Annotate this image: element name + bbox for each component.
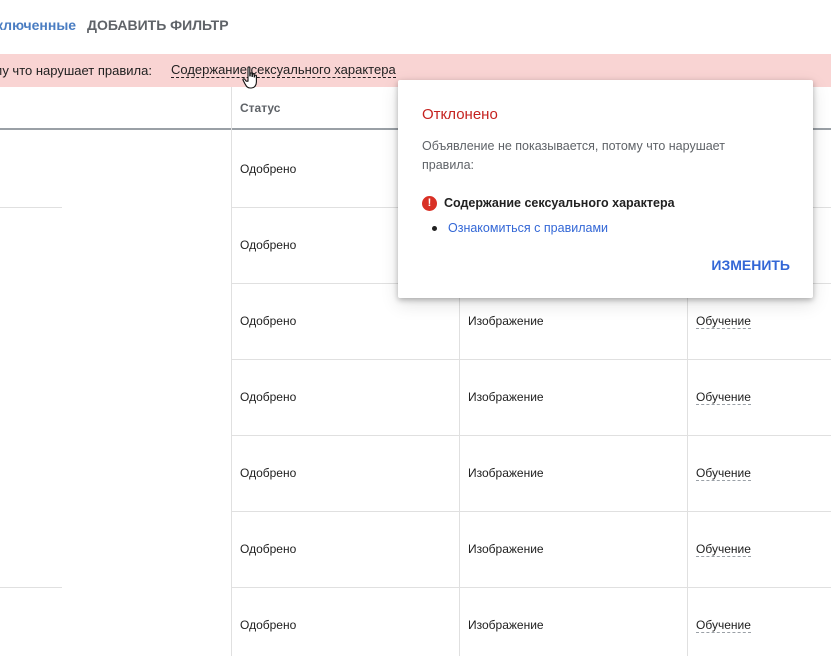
status-cell: Одобрено [240, 314, 297, 328]
table-row[interactable]: Одобрено Изображение Обучение [231, 512, 831, 588]
hand-pointer-icon [242, 66, 257, 89]
banner-text: ому что нарушает правила: [0, 63, 152, 78]
status-cell: Одобрено [240, 238, 297, 252]
goal-cell[interactable]: Обучение [696, 390, 751, 405]
edit-button[interactable]: ИЗМЕНИТЬ [711, 257, 790, 273]
goal-cell[interactable]: Обучение [696, 618, 751, 633]
bullet-icon [432, 225, 437, 231]
violation-row: ! Содержание сексуального характера [422, 194, 675, 212]
status-cell: Одобрено [240, 162, 297, 176]
column-header-status[interactable]: Статус [240, 101, 280, 115]
filter-bar: ключенные ДОБАВИТЬ ФИЛЬТР [0, 0, 831, 54]
ad-type-cell: Изображение [468, 542, 544, 556]
row-divider [0, 207, 62, 208]
status-cell: Одобрено [240, 618, 297, 632]
table-row[interactable]: Одобрено Изображение Обучение [231, 360, 831, 436]
popup-title: Отклонено [422, 106, 498, 123]
active-filter-chip[interactable]: ключенные [0, 17, 76, 33]
ad-type-cell: Изображение [468, 390, 544, 404]
ad-type-cell: Изображение [468, 314, 544, 328]
goal-cell[interactable]: Обучение [696, 466, 751, 481]
view-policy-link[interactable]: Ознакомиться с правилами [448, 221, 608, 235]
violation-label: Содержание сексуального характера [444, 196, 675, 210]
status-cell: Одобрено [240, 542, 297, 556]
error-icon: ! [422, 195, 437, 211]
ad-type-cell: Изображение [468, 618, 544, 632]
ads-page: ключенные ДОБАВИТЬ ФИЛЬТР ому что наруша… [0, 0, 831, 656]
goal-cell[interactable]: Обучение [696, 542, 751, 557]
add-filter-button[interactable]: ДОБАВИТЬ ФИЛЬТР [87, 17, 229, 33]
table-row[interactable]: Одобрено Изображение Обучение [231, 588, 831, 656]
ad-type-cell: Изображение [468, 466, 544, 480]
popup-description: Объявление не показывается, потому что н… [422, 139, 725, 172]
disapproval-popup: Отклонено Объявление не показывается, по… [398, 80, 813, 298]
goal-cell[interactable]: Обучение [696, 314, 751, 329]
policy-list-item: Ознакомиться с правилами [432, 221, 608, 235]
row-divider [0, 587, 62, 588]
banner-policy-link[interactable]: Содержание сексуального характера [171, 63, 396, 78]
status-cell: Одобрено [240, 466, 297, 480]
status-cell: Одобрено [240, 390, 297, 404]
table-row[interactable]: Одобрено Изображение Обучение [231, 436, 831, 512]
